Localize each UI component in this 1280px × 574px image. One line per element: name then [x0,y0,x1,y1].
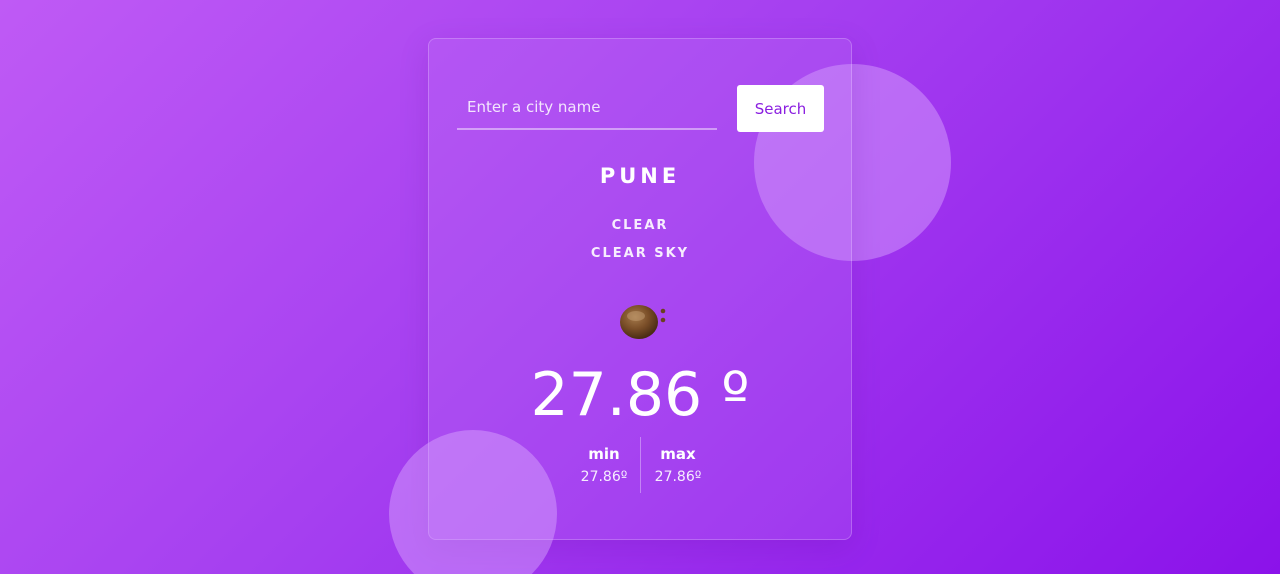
current-temperature: 27.86 º [530,360,750,430]
min-temperature: min 27.86º [567,437,641,485]
min-value: 27.86º [580,469,628,485]
weather-description: CLEAR SKY [590,246,690,261]
max-temperature: max 27.86º [641,437,715,485]
clear-sky-icon [620,305,666,339]
search-button[interactable]: Search [737,85,824,132]
city-name: PUNE [599,164,681,188]
min-label: min [588,445,620,463]
min-max-panel: min 27.86º max 27.86º [567,437,715,493]
max-label: max [660,445,696,463]
max-value: 27.86º [654,469,702,485]
weather-main: CLEAR [611,218,669,233]
city-search-input[interactable] [457,86,717,130]
